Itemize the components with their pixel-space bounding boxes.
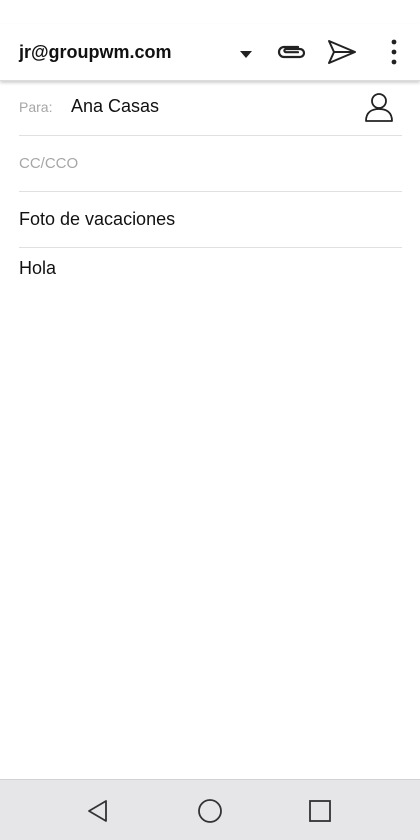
person-icon[interactable] [362,90,396,124]
dropdown-triangle-icon[interactable] [238,47,254,59]
subject-text[interactable]: Foto de vacaciones [19,209,175,230]
subject-field-row[interactable]: Foto de vacaciones [19,192,402,248]
cc-bcc-placeholder: CC/CCO [19,155,79,172]
compose-toolbar: jr@groupwm.com [0,24,420,81]
recent-square-icon[interactable] [302,793,338,829]
more-vertical-icon[interactable] [376,34,412,70]
compose-screen: jr@groupwm.com Para: Ana Casas CC/CCO Fo… [0,0,420,840]
to-field-row[interactable]: Para: Ana Casas [19,80,402,136]
home-circle-icon[interactable] [192,793,228,829]
navigation-bar [0,779,420,840]
send-icon[interactable] [324,34,360,70]
to-label: Para: [19,99,53,115]
message-body[interactable]: Hola [19,258,56,279]
from-account[interactable]: jr@groupwm.com [19,42,172,63]
back-triangle-icon[interactable] [80,793,116,829]
status-bar [0,0,420,24]
recipient-chip[interactable]: Ana Casas [71,96,159,117]
cc-field-row[interactable]: CC/CCO [19,136,402,192]
paperclip-icon[interactable] [273,34,309,70]
